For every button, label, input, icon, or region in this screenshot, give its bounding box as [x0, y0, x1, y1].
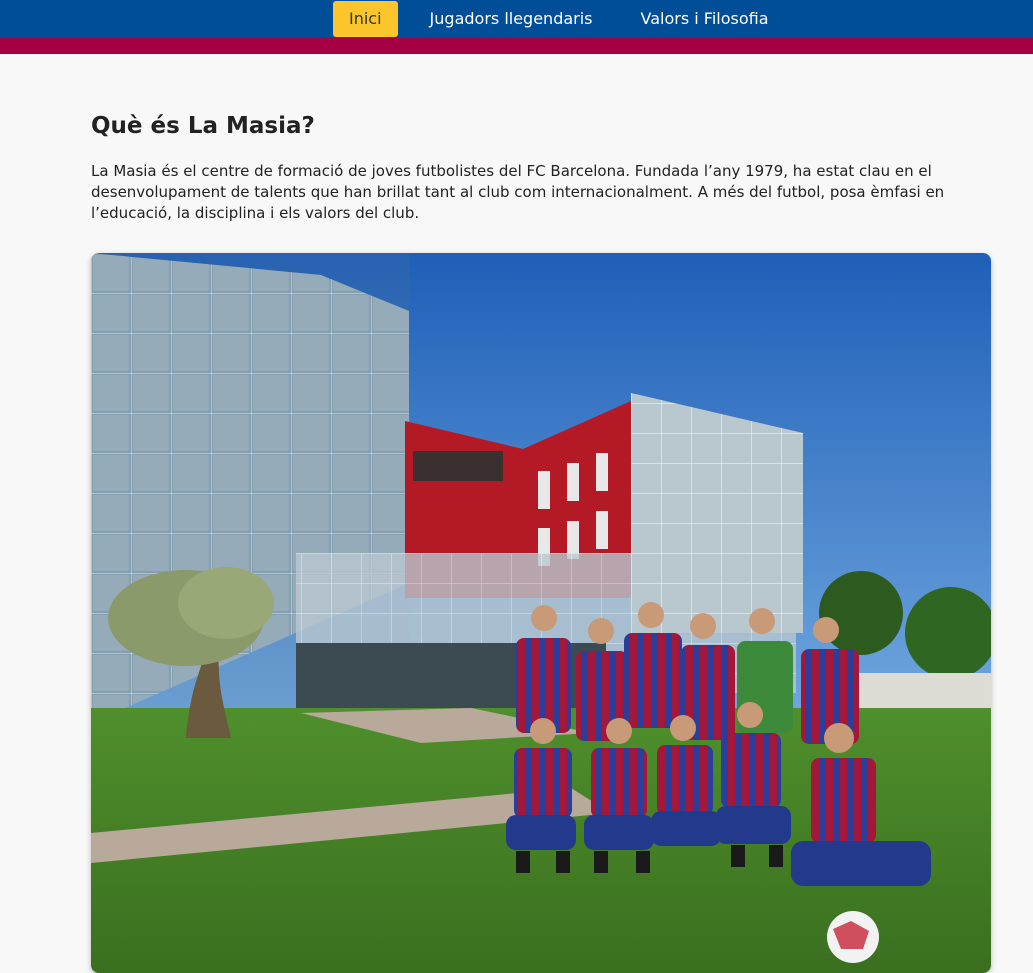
nav-color-stripe [0, 38, 1033, 54]
nav-link-jugadors-llegendaris[interactable]: Jugadors llegendaris [406, 1, 617, 37]
section-title: Què és La Masia? [91, 113, 315, 139]
section-paragraph: La Masia és el centre de formació de jov… [91, 162, 945, 222]
nav-link-inici[interactable]: Inici [333, 1, 398, 37]
nav-link-valors-filosofia[interactable]: Valors i Filosofia [617, 1, 793, 37]
la-masia-photo [91, 253, 991, 973]
top-navbar: Inici Jugadors llegendaris Valors i Filo… [0, 0, 1033, 38]
main-content: Què és La Masia? La Masia és el centre d… [91, 54, 991, 973]
main-nav: Inici Jugadors llegendaris Valors i Filo… [333, 1, 793, 37]
